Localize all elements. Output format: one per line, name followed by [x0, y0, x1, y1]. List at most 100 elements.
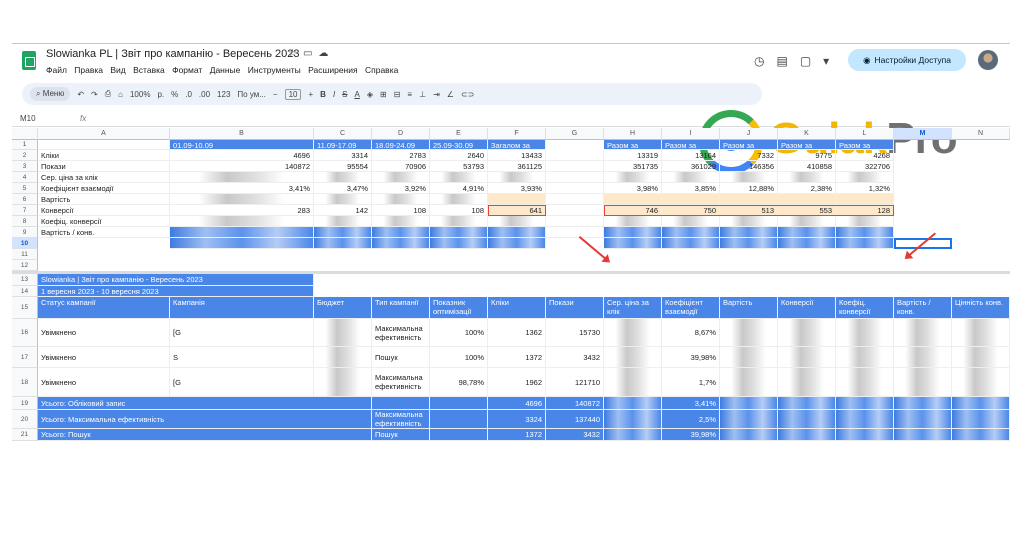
row-header[interactable]: 3 — [12, 161, 38, 172]
blurred-metric — [952, 368, 1010, 397]
print-icon[interactable]: ⎙ — [105, 89, 111, 99]
column-header-k[interactable]: K — [778, 128, 836, 140]
total-blurred — [952, 429, 1010, 441]
total-impressions: 140872 — [546, 397, 604, 410]
column-header-m[interactable]: M — [894, 128, 952, 140]
comment-icon[interactable]: ▤ — [776, 54, 799, 68]
share-access-button[interactable]: ◉ Настройки Доступа — [848, 49, 966, 71]
merge-icon[interactable]: ⊟ — [394, 90, 401, 99]
cloud-icon[interactable]: ☁ — [318, 48, 334, 59]
select-all-corner[interactable] — [12, 128, 38, 140]
row-header[interactable]: 9 — [12, 227, 38, 238]
column-header-b[interactable]: B — [170, 128, 314, 140]
row-header[interactable]: 21 — [12, 429, 38, 441]
period-header-e: 25.09-30.09 — [430, 140, 488, 150]
column-header-l[interactable]: L — [836, 128, 894, 140]
row-header[interactable]: 13 — [12, 274, 38, 286]
zoom-select[interactable]: 100% — [130, 90, 150, 99]
percent-format-button[interactable]: % — [171, 90, 178, 99]
star-icon[interactable]: ☆ — [288, 48, 303, 59]
column-header-d[interactable]: D — [372, 128, 430, 140]
undo-icon[interactable]: ↶ — [77, 90, 84, 99]
decrease-decimal-button[interactable]: .0 — [185, 90, 192, 99]
italic-button[interactable]: I — [333, 90, 335, 99]
total-blurred — [778, 410, 836, 429]
row-header[interactable]: 14 — [12, 286, 38, 297]
sheets-logo-icon[interactable] — [22, 51, 36, 70]
menu-item-format[interactable]: Формат — [172, 65, 202, 75]
row-header[interactable]: 10 — [12, 238, 38, 249]
blurred-metric — [836, 347, 894, 368]
borders-icon[interactable]: ⊞ — [380, 90, 387, 99]
column-header-e[interactable]: E — [430, 128, 488, 140]
row-header[interactable]: 5 — [12, 183, 38, 194]
column-header-f[interactable]: F — [488, 128, 546, 140]
rotate-icon[interactable]: ∠ — [447, 90, 454, 99]
currency-format-button[interactable]: р. — [157, 90, 164, 99]
campaign-type: Максимальна ефективність — [372, 368, 430, 397]
row-header[interactable]: 4 — [12, 172, 38, 183]
total-empty — [430, 410, 488, 429]
metric-value: 2783 — [372, 150, 430, 161]
row-header[interactable]: 2 — [12, 150, 38, 161]
column-header-h[interactable]: H — [604, 128, 662, 140]
menu-item-file[interactable]: Файл — [46, 65, 67, 75]
column-header-j[interactable]: J — [720, 128, 778, 140]
menu-item-data[interactable]: Данные — [210, 65, 241, 75]
font-select[interactable]: По ум... — [237, 90, 266, 99]
column-header-a[interactable]: A — [38, 128, 170, 140]
row-header[interactable]: 15 — [12, 297, 38, 319]
align-icon[interactable]: ≡ — [407, 90, 412, 99]
metric-value — [778, 227, 836, 238]
menu-item-edit[interactable]: Правка — [74, 65, 103, 75]
empty-cell — [546, 183, 604, 194]
font-size-increase[interactable]: + — [308, 90, 313, 99]
column-header-i[interactable]: I — [662, 128, 720, 140]
row-header[interactable]: 1 — [12, 140, 38, 150]
link-icon[interactable]: ⊂⊃ — [461, 90, 474, 99]
menu-search-button[interactable]: ⌕ Меню — [30, 87, 71, 101]
number-format-button[interactable]: 123 — [217, 90, 230, 99]
menu-item-extensions[interactable]: Расширения — [308, 65, 357, 75]
row-header[interactable]: 16 — [12, 319, 38, 347]
strikethrough-button[interactable]: S — [342, 90, 347, 99]
folder-icon[interactable]: ▭ — [303, 48, 318, 59]
row-header[interactable]: 7 — [12, 205, 38, 216]
menu-item-help[interactable]: Справка — [365, 65, 398, 75]
row-header[interactable]: 19 — [12, 397, 38, 410]
row-header[interactable]: 6 — [12, 194, 38, 205]
row-header[interactable]: 11 — [12, 249, 38, 260]
row-header[interactable]: 8 — [12, 216, 38, 227]
row-header[interactable]: 12 — [12, 260, 38, 271]
metric-value — [372, 194, 430, 205]
metric-value: 146356 — [720, 161, 778, 172]
row-header[interactable]: 20 — [12, 410, 38, 429]
blurred-metric — [894, 347, 952, 368]
row-header[interactable]: 18 — [12, 368, 38, 397]
paint-format-icon[interactable]: ⌂ — [118, 90, 123, 99]
campaign-budget — [314, 347, 372, 368]
total-blurred — [720, 410, 778, 429]
column-header-n[interactable]: N — [952, 128, 1010, 140]
font-size-input[interactable]: 10 — [284, 88, 302, 100]
column-header-g[interactable]: G — [546, 128, 604, 140]
fill-color-icon[interactable]: ◈ — [367, 90, 373, 99]
valign-icon[interactable]: ⊥ — [419, 90, 426, 99]
text-color-button[interactable]: A — [355, 90, 360, 99]
history-icon[interactable]: ◷ — [754, 54, 776, 68]
increase-decimal-button[interactable]: .00 — [199, 90, 210, 99]
avatar[interactable] — [978, 50, 998, 70]
name-box[interactable]: M10 — [20, 114, 70, 123]
document-title[interactable]: Slowianka PL | Звіт про кампанію - Верес… — [46, 48, 299, 60]
metric-value — [372, 172, 430, 183]
column-header-c[interactable]: C — [314, 128, 372, 140]
menu-item-tools[interactable]: Инструменты — [248, 65, 301, 75]
row-header[interactable]: 17 — [12, 347, 38, 368]
redo-icon[interactable]: ↷ — [91, 90, 98, 99]
menu-item-insert[interactable]: Вставка — [133, 65, 165, 75]
meet-icon[interactable]: ▢▾ — [800, 54, 841, 68]
font-size-decrease[interactable]: − — [273, 90, 278, 99]
menu-item-view[interactable]: Вид — [110, 65, 125, 75]
bold-button[interactable]: B — [320, 90, 326, 99]
wrap-icon[interactable]: ⇥ — [433, 90, 440, 99]
